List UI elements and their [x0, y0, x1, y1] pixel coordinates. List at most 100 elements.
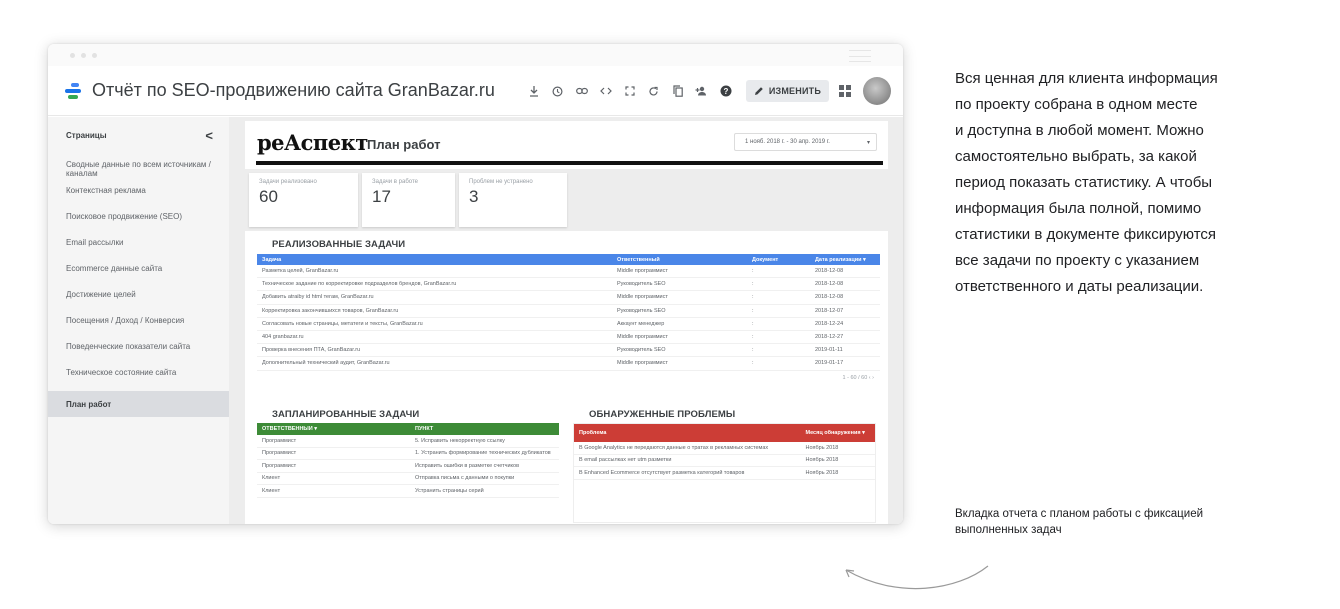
table-cell: Дополнительный технический аудит, GranBa…: [262, 360, 390, 367]
column-header[interactable]: ПУНКТ: [410, 426, 559, 432]
table-cell: Отправка письма с данными о покупки: [415, 475, 515, 482]
kpi-done-value: 60: [259, 187, 278, 206]
table-row: Техническое задание по корректировке под…: [257, 278, 880, 292]
table-cell: 2018-12-08: [815, 268, 844, 275]
table-cell: :: [752, 268, 754, 275]
table-cell: Ноябрь 2018: [805, 469, 839, 476]
kpi-issues-label: Проблем не устранено: [469, 179, 533, 185]
kpi-in-progress-value: 17: [372, 187, 391, 206]
description-line: период показать статистику. А чтобы: [955, 174, 1213, 191]
caption-line-2: выполненных задач: [955, 524, 1062, 536]
issues-title: ОБНАРУЖЕННЫЕ ПРОБЛЕМЫ: [589, 409, 736, 420]
table-cell: Ноябрь 2018: [805, 457, 839, 464]
table-cell: Middle программист: [617, 294, 668, 301]
table-cell: Программист: [262, 437, 297, 444]
description-line: все задачи по проекту с указанием: [955, 252, 1200, 269]
table-row: Корректировка закончившихся товаров, Gra…: [257, 305, 880, 318]
kpi-issues-value: 3: [469, 187, 479, 206]
table-cell: :: [752, 347, 754, 354]
table-header: ОТВЕТСТВЕННЫЙ ▾ ПУНКТ: [257, 423, 559, 435]
table-row: Согласовать новые страницы, метатеги и т…: [257, 318, 880, 331]
planned-tasks-table: ОТВЕТСТВЕННЫЙ ▾ ПУНКТ Программист 5. Исправ…: [257, 423, 559, 498]
table-cell: Руководитель SEO: [617, 347, 666, 354]
table-cell: 2019-01-11: [815, 347, 843, 354]
header-divider: [256, 161, 883, 165]
table-cell: Добавить atraiby id html тегам, GranBaza…: [262, 294, 374, 301]
issues-table: Проблема Месяц обнаружения ▾ В Google Anal…: [573, 423, 876, 523]
done-tasks-table: Задача Ответственный Документ Дата реализац…: [257, 254, 880, 381]
description-line: Вся ценная для клиента информация: [955, 70, 1218, 87]
description-line: статистики в документе фиксируются: [955, 226, 1217, 243]
chevron-down-icon: ▾: [866, 139, 870, 146]
column-header[interactable]: Документ: [747, 257, 810, 263]
table-cell: Middle программист: [617, 268, 668, 275]
table-row: Программист 5. Исправить некорректную ссы…: [257, 435, 559, 448]
table-cell: Руководитель SEO: [617, 281, 666, 288]
table-cell: :: [752, 281, 754, 288]
table-row: Программист 1. Устранить формирование тех…: [257, 448, 559, 460]
table-cell: В Google Analytics не передаются данные …: [579, 444, 769, 451]
table-header: Проблема Месяц обнаружения ▾: [574, 424, 875, 442]
planned-tasks-title: ЗАПЛАНИРОВАННЫЕ ЗАДАЧИ: [272, 409, 420, 420]
done-tasks-title: РЕАЛИЗОВАННЫЕ ЗАДАЧИ: [272, 239, 406, 250]
table-row: В Enhanced Ecommerce отсутствует разметк…: [574, 467, 875, 480]
table-cell: Руководитель SEO: [617, 307, 666, 314]
column-header[interactable]: Проблема: [574, 430, 800, 436]
table-cell: Разметка целей, GranBazar.ru: [262, 268, 339, 275]
description-text: Вся ценная для клиента информация по прое…: [955, 66, 1315, 300]
table-cell: Исправить ошибки в разметке счетчиков: [415, 462, 520, 469]
table-pager[interactable]: 1 - 60 / 60 ‹ ›: [257, 375, 880, 381]
table-cell: Программист: [262, 450, 297, 457]
page-title: План работ: [367, 137, 441, 152]
column-header[interactable]: Дата реализации ▾: [810, 257, 880, 263]
screenshot-caption: Вкладка отчета с планом работы с фиксаци…: [955, 506, 1315, 538]
description-line: по проекту собрана в одном месте: [955, 96, 1198, 113]
table-header: Задача Ответственный Документ Дата реализац…: [257, 254, 880, 265]
table-row: В Google Analytics не передаются данные …: [574, 442, 875, 455]
kpi-in-progress: Задачи в работе 17: [362, 173, 455, 227]
table-cell: :: [752, 294, 754, 301]
report-page: реАспект План работ 1 нояб. 2018 г. - 30…: [245, 121, 888, 524]
table-cell: Проверка внесения ПТА, GranBazar.ru: [262, 347, 361, 354]
table-row: Дополнительный технический аудит, GranBa…: [257, 357, 880, 371]
table-row: Клиент Устранить страницы серий: [257, 485, 559, 498]
caption-line-1: Вкладка отчета с планом работы с фиксаци…: [955, 508, 1204, 520]
table-cell: :: [752, 334, 754, 341]
table-cell: В Enhanced Ecommerce отсутствует разметк…: [579, 469, 745, 476]
report-viewport: реАспект План работ 1 нояб. 2018 г. - 30…: [48, 44, 903, 524]
table-row: Клиент Отправка письма с данными о покупк…: [257, 473, 559, 485]
column-header[interactable]: ОТВЕТСТВЕННЫЙ ▾: [257, 426, 410, 432]
table-cell: 2019-01-17: [815, 360, 844, 367]
table-row: Разметка целей, GranBazar.ru Middle прогр…: [257, 265, 880, 279]
brand-logo: реАспект: [257, 130, 368, 155]
table-cell: 1. Устранить формирование технических ду…: [415, 450, 551, 457]
table-cell: Техническое задание по корректировке под…: [262, 281, 457, 288]
kpi-issues: Проблем не устранено 3: [459, 173, 567, 227]
table-cell: Согласовать новые страницы, метатеги и т…: [262, 320, 423, 327]
table-cell: 2018-12-08: [815, 281, 844, 288]
kpi-done: Задачи реализовано 60: [249, 173, 358, 227]
table-cell: Клиент: [262, 475, 281, 482]
description-line: и доступна в любой момент. Можно: [955, 122, 1204, 139]
table-row: Программист Исправить ошибки в разметке с…: [257, 460, 559, 473]
table-cell: Программист: [262, 462, 297, 469]
table-cell: :: [752, 307, 754, 314]
table-row: Проверка внесения ПТА, GranBazar.ru Руков…: [257, 344, 880, 358]
description-line: информация была полной, помимо: [955, 200, 1202, 217]
column-header[interactable]: Задача: [257, 257, 612, 263]
table-cell: Middle программист: [617, 334, 668, 341]
table-cell: :: [752, 320, 754, 327]
table-cell: :: [752, 360, 754, 367]
column-header[interactable]: Месяц обнаружения ▾: [800, 430, 875, 436]
date-range-selector[interactable]: 1 нояб. 2018 г. - 30 апр. 2019 г. ▾: [734, 133, 877, 151]
date-range-value: 1 нояб. 2018 г. - 30 апр. 2019 г.: [745, 139, 830, 145]
table-cell: Устранить страницы серий: [415, 487, 484, 494]
kpi-in-progress-label: Задачи в работе: [372, 179, 418, 185]
column-header[interactable]: Ответственный: [612, 257, 747, 263]
table-cell: Корректировка закончившихся товаров, Gra…: [262, 307, 399, 314]
table-cell: 5. Исправить некорректную ссылку: [415, 437, 505, 444]
table-cell: 404 granbazar.ru: [262, 334, 304, 341]
table-row: В email рассылках нет utm разметки Ноябрь…: [574, 455, 875, 467]
curved-arrow-icon: [845, 565, 989, 590]
description-line: ответственного и даты реализации.: [955, 278, 1204, 295]
